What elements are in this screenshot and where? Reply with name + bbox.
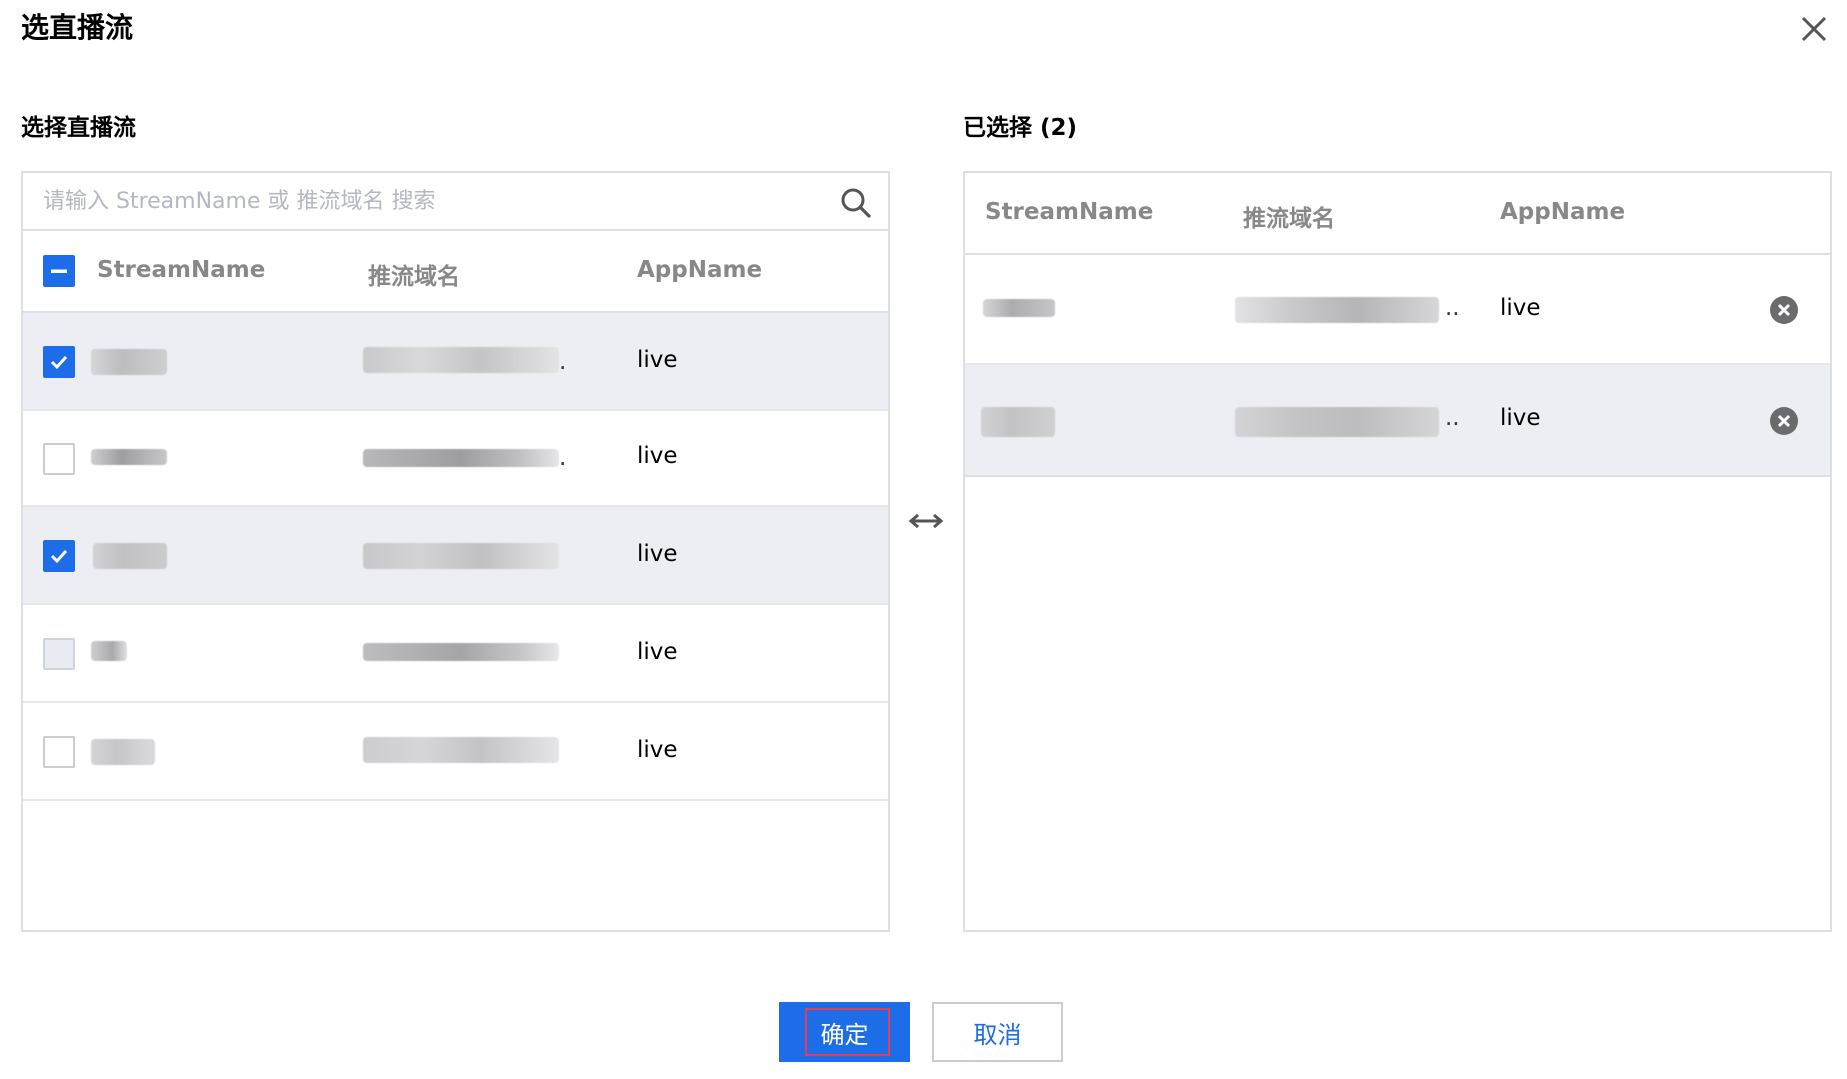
swap-arrows-icon	[908, 513, 944, 529]
app-name: live	[637, 541, 678, 567]
domain-ellipsis: ..	[1445, 295, 1460, 321]
left-section-title: 选择直播流	[21, 115, 136, 141]
app-name: live	[1500, 295, 1541, 321]
domain-redacted	[363, 543, 559, 569]
domain-redacted	[1235, 297, 1439, 323]
app-name: live	[637, 347, 678, 373]
table-header: StreamName 推流域名 AppName	[23, 231, 888, 313]
column-appname: AppName	[637, 257, 763, 283]
table-row: .. live	[965, 365, 1830, 477]
row-checkbox	[43, 638, 75, 670]
row-checkbox[interactable]	[43, 346, 75, 378]
remove-icon[interactable]	[1769, 295, 1799, 325]
app-name: live	[637, 639, 678, 665]
check-icon	[50, 549, 68, 564]
column-domain: 推流域名	[1243, 206, 1335, 232]
column-streamname: StreamName	[97, 257, 266, 283]
close-icon[interactable]	[1797, 12, 1831, 46]
select-all-checkbox[interactable]	[43, 255, 75, 287]
search-icon[interactable]	[840, 187, 872, 219]
table-row: .. live	[965, 255, 1830, 365]
domain-ellipsis: ..	[1445, 405, 1460, 431]
table-header: StreamName 推流域名 AppName	[965, 173, 1830, 255]
table-row[interactable]: . live	[23, 411, 888, 507]
column-domain: 推流域名	[368, 264, 460, 290]
domain-redacted	[363, 643, 559, 661]
selected-streams-panel: StreamName 推流域名 AppName .. live .. live	[963, 171, 1832, 932]
table-row[interactable]: . live	[23, 313, 888, 411]
stream-name-redacted	[983, 299, 1055, 317]
app-name: live	[637, 443, 678, 469]
remove-icon[interactable]	[1769, 406, 1799, 436]
stream-source-panel: StreamName 推流域名 AppName . live . live li…	[21, 171, 890, 932]
confirm-button[interactable]: 确定	[779, 1002, 910, 1062]
table-row[interactable]: live	[23, 507, 888, 605]
stream-name-redacted	[91, 641, 127, 661]
domain-redacted	[363, 347, 559, 373]
confirm-label: 确定	[820, 1020, 869, 1049]
stream-name-redacted	[93, 543, 167, 569]
row-checkbox[interactable]	[43, 736, 75, 768]
right-section-title: 已选择 (2)	[963, 115, 1078, 141]
domain-redacted	[363, 449, 559, 467]
search-box	[23, 173, 888, 231]
domain-redacted	[1235, 407, 1439, 437]
stream-name-redacted	[91, 739, 155, 765]
domain-ellipsis: .	[559, 445, 567, 471]
column-streamname: StreamName	[985, 199, 1154, 225]
row-checkbox[interactable]	[43, 443, 75, 475]
cancel-button[interactable]: 取消	[932, 1002, 1063, 1062]
domain-redacted	[363, 737, 559, 763]
dialog-title: 选直播流	[21, 11, 134, 44]
app-name: live	[1500, 405, 1541, 431]
row-checkbox[interactable]	[43, 540, 75, 572]
search-input[interactable]	[43, 183, 823, 219]
table-row[interactable]: live	[23, 605, 888, 703]
domain-ellipsis: .	[559, 349, 567, 375]
stream-name-redacted	[91, 349, 167, 375]
stream-name-redacted	[981, 407, 1055, 437]
minus-icon	[51, 269, 67, 273]
column-appname: AppName	[1500, 199, 1626, 225]
table-row[interactable]: live	[23, 703, 888, 801]
stream-name-redacted	[91, 449, 167, 465]
app-name: live	[637, 737, 678, 763]
check-icon	[50, 355, 68, 370]
